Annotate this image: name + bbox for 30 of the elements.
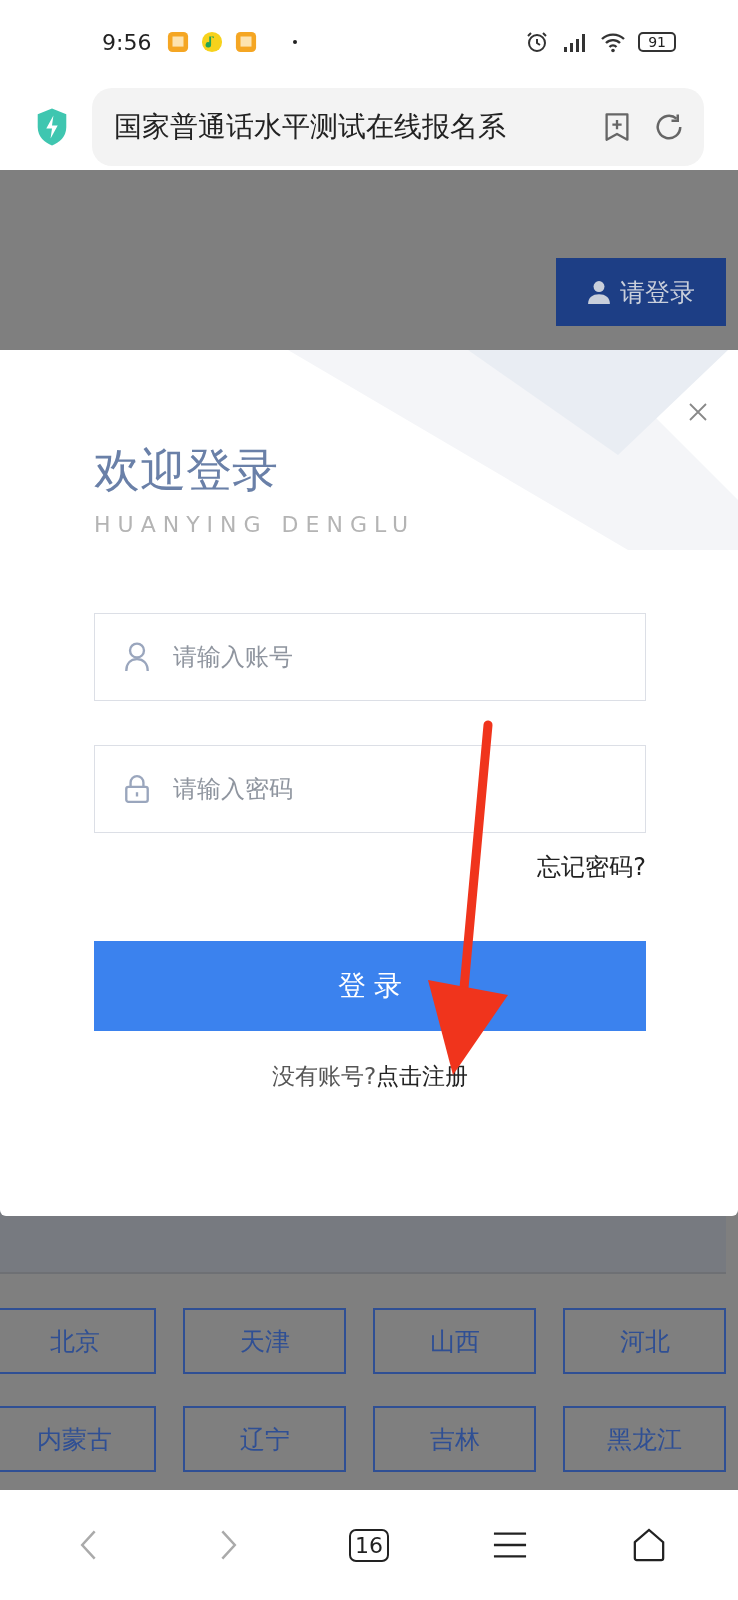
- wifi-icon: [600, 30, 627, 54]
- province-button[interactable]: 内蒙古: [0, 1406, 156, 1472]
- input-field[interactable]: 请输入账号: [94, 613, 646, 701]
- notification-icon: [235, 31, 258, 53]
- address-bar[interactable]: 国家普通话水平测试在线报名系: [92, 88, 704, 166]
- close-icon[interactable]: [688, 402, 708, 422]
- province-button[interactable]: 北京: [0, 1308, 156, 1374]
- person-icon: [587, 280, 610, 304]
- province-button[interactable]: 黑龙江: [563, 1406, 726, 1472]
- dialog-title: 欢迎登录: [94, 442, 279, 499]
- register-prompt: 没有账号?: [271, 1062, 377, 1091]
- battery-level: 91: [638, 32, 676, 52]
- province-button[interactable]: 天津: [183, 1308, 346, 1374]
- notification-icon: [167, 31, 190, 53]
- province-button[interactable]: 山西: [373, 1308, 536, 1374]
- login-submit-button[interactable]: 登 录: [94, 941, 646, 1031]
- bookmark-add-icon[interactable]: [602, 112, 632, 142]
- home-icon[interactable]: [631, 1528, 666, 1562]
- province-button[interactable]: 河北: [563, 1308, 726, 1374]
- province-button[interactable]: 辽宁: [183, 1406, 346, 1472]
- dialog-subtitle: HUANYING DENGLU: [94, 512, 417, 537]
- reload-icon[interactable]: [654, 112, 684, 142]
- tab-count[interactable]: 16: [348, 1528, 389, 1562]
- input-field[interactable]: 请输入密码: [94, 745, 646, 833]
- login-button[interactable]: 请登录: [556, 258, 726, 326]
- status-time: 9:56: [102, 29, 152, 55]
- province-button[interactable]: 吉林: [373, 1406, 536, 1472]
- forgot-password-link[interactable]: 忘记密码?: [537, 851, 646, 883]
- dot-icon: [293, 40, 298, 44]
- music-icon: [201, 31, 224, 53]
